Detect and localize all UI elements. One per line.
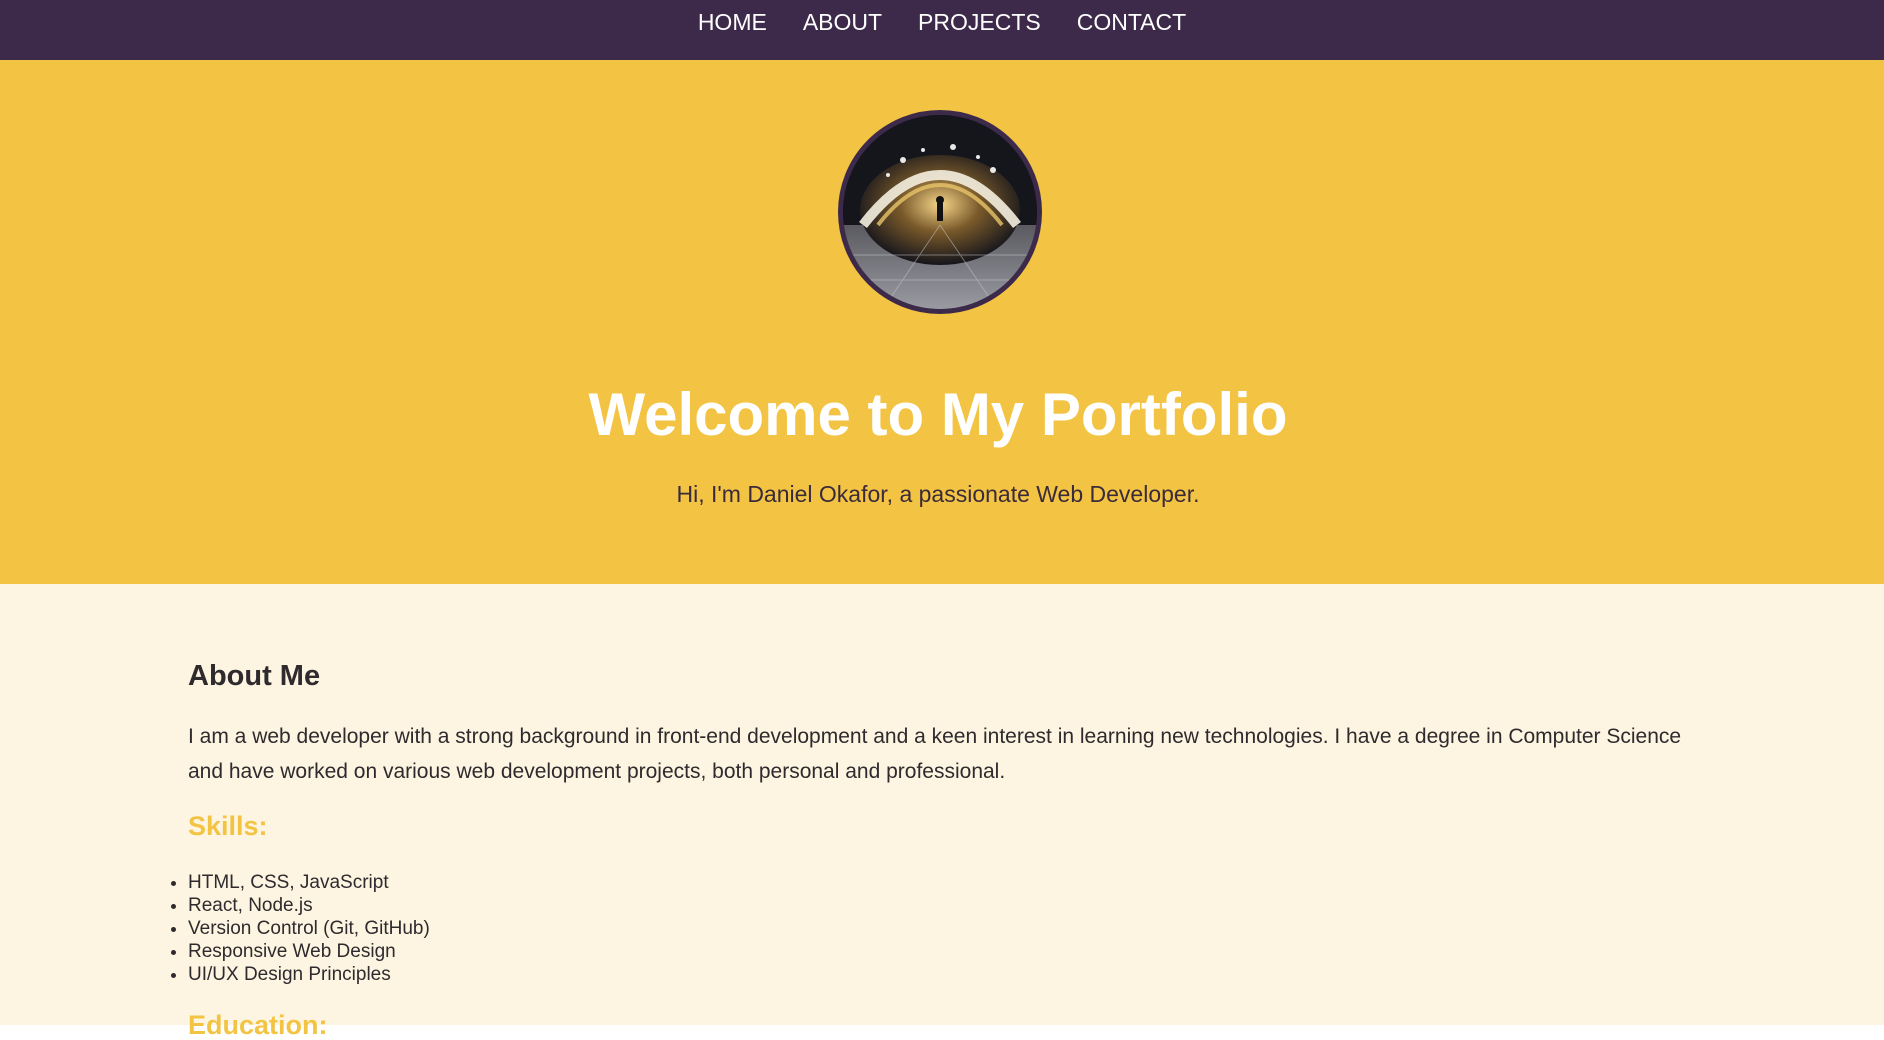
skill-item: Version Control (Git, GitHub) bbox=[188, 917, 430, 940]
nav-link-contact[interactable]: CONTACT bbox=[1077, 10, 1186, 34]
skills-heading: Skills: bbox=[188, 811, 268, 841]
nav-link-home[interactable]: HOME bbox=[698, 10, 767, 34]
skill-item: UI/UX Design Principles bbox=[188, 963, 430, 986]
skills-list: HTML, CSS, JavaScript React, Node.js Ver… bbox=[188, 871, 430, 986]
about-heading: About Me bbox=[188, 660, 321, 692]
avatar-photo bbox=[843, 115, 1037, 309]
education-heading: Education: bbox=[188, 1010, 328, 1040]
about-paragraph: I am a web developer with a strong backg… bbox=[188, 725, 1682, 783]
skill-item: Responsive Web Design bbox=[188, 940, 430, 963]
nav-link-projects[interactable]: PROJECTS bbox=[918, 10, 1041, 34]
hero-subtitle: Hi, I'm Daniel Okafor, a passionate Web … bbox=[676, 481, 1200, 507]
about-section: About Me I am a web developer with a str… bbox=[0, 584, 1884, 1039]
skill-item: React, Node.js bbox=[188, 894, 430, 917]
nav-link-about[interactable]: ABOUT bbox=[803, 10, 882, 34]
hero-section: Welcome to My Portfolio Hi, I'm Daniel O… bbox=[0, 60, 1884, 584]
top-navbar: HOME ABOUT PROJECTS CONTACT bbox=[0, 0, 1884, 60]
profile-avatar bbox=[838, 110, 1042, 314]
hero-title: Welcome to My Portfolio bbox=[588, 381, 1288, 448]
skill-item: HTML, CSS, JavaScript bbox=[188, 871, 430, 894]
